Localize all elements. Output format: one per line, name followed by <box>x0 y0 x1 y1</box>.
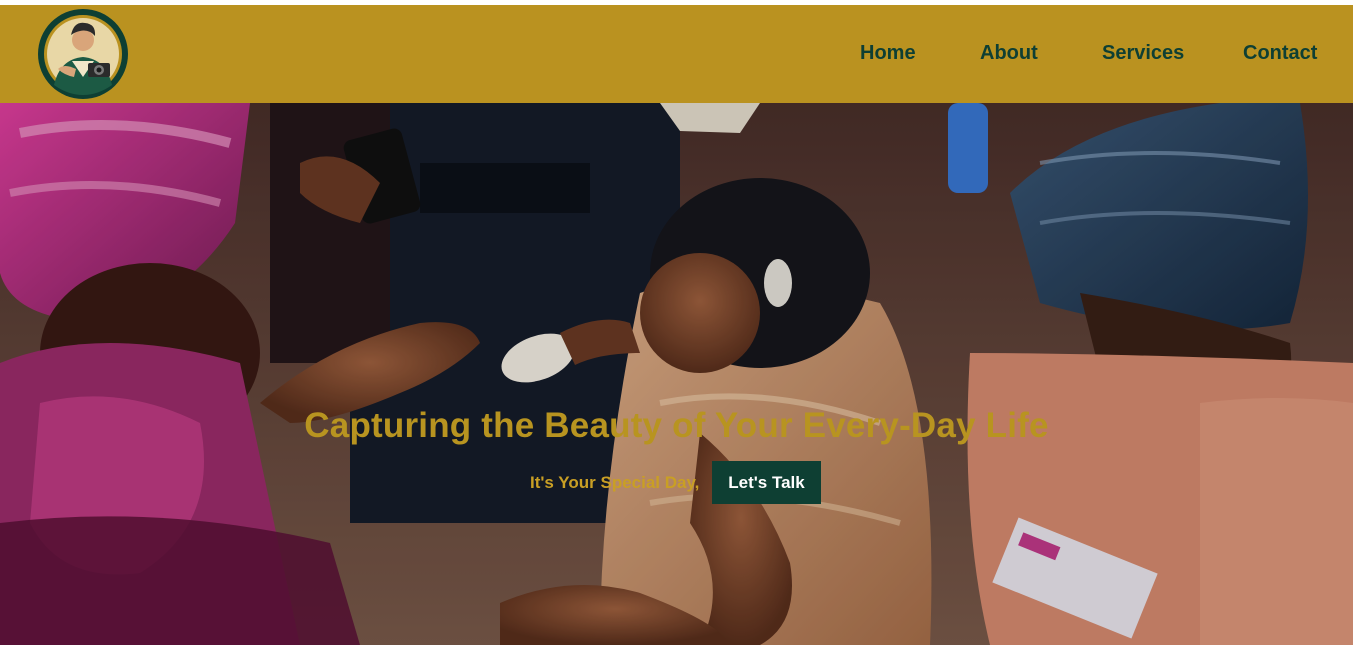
lets-talk-button[interactable]: Let's Talk <box>712 461 821 504</box>
nav-contact-link[interactable]: Contact <box>1243 42 1317 65</box>
hero-section: Capturing the Beauty of Your Every-Day L… <box>0 103 1353 645</box>
nav-services-link[interactable]: Services <box>1102 42 1184 65</box>
navbar: Home About Services Contact <box>0 5 1353 103</box>
hero-subtitle: It's Your Special Day, <box>530 473 700 492</box>
nav-about-link[interactable]: About <box>980 42 1038 65</box>
hero-background-photo <box>0 103 1353 645</box>
hero-title: Capturing the Beauty of Your Every-Day L… <box>304 406 1049 445</box>
nav-home-link[interactable]: Home <box>860 42 916 65</box>
main-nav: Home About Services Contact <box>0 5 1353 103</box>
